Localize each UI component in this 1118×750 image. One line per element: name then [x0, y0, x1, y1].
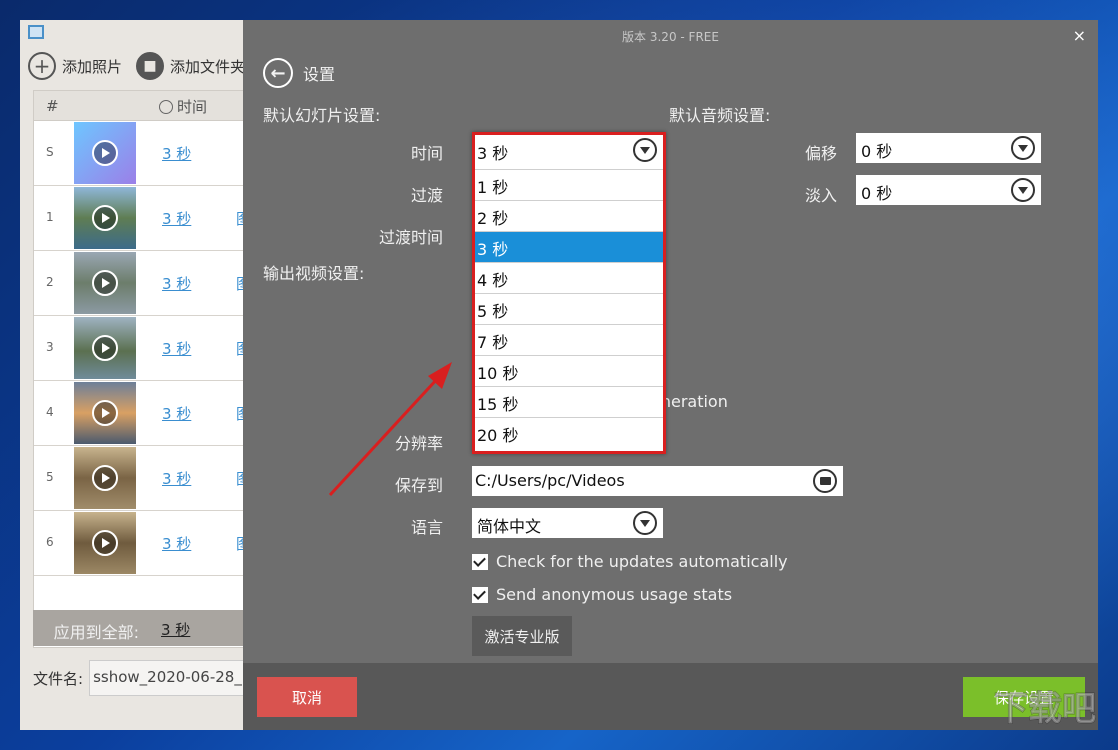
play-icon[interactable] — [92, 465, 118, 491]
close-icon[interactable]: × — [1073, 26, 1086, 45]
time-option[interactable]: 15 秒 — [475, 386, 663, 417]
language-label: 语言 — [410, 518, 443, 537]
svg-text:下载吧: 下载吧 — [994, 689, 1096, 729]
row-index: 4 — [46, 405, 54, 419]
photo-thumbnail[interactable] — [74, 187, 136, 249]
photo-thumbnail[interactable] — [74, 122, 136, 184]
time-option[interactable]: 3 秒 — [475, 231, 663, 262]
play-icon[interactable] — [92, 400, 118, 426]
photo-thumbnail[interactable] — [74, 382, 136, 444]
time-label: 时间 — [410, 144, 443, 163]
time-option[interactable]: 4 秒 — [475, 262, 663, 293]
back-arrow-icon[interactable]: ← — [263, 58, 293, 88]
add-folder-button[interactable]: ■ 添加文件夹 — [136, 52, 245, 80]
play-icon[interactable] — [92, 335, 118, 361]
column-number: # — [46, 97, 59, 115]
time-options-list: 1 秒2 秒3 秒4 秒5 秒7 秒 10 秒 15 秒 20 秒 — [475, 169, 663, 448]
photo-thumbnail[interactable] — [74, 317, 136, 379]
time-option[interactable]: 2 秒 — [475, 200, 663, 231]
time-select-value: 3 秒 — [477, 144, 509, 163]
row-index: S — [46, 145, 54, 159]
usage-stats-row[interactable]: Send anonymous usage stats — [472, 585, 732, 604]
slideshow-section-title: 默认幻灯片设置: — [263, 106, 381, 125]
row-duration[interactable]: 3 秒 — [162, 143, 191, 164]
offset-value: 0 秒 — [861, 142, 893, 161]
chevron-down-icon — [1011, 136, 1035, 160]
apply-all-label: 应用到全部: — [53, 623, 139, 642]
time-option[interactable]: 7 秒 — [475, 324, 663, 355]
time-option[interactable]: 1 秒 — [475, 169, 663, 200]
apply-all-duration[interactable]: 3 秒 — [161, 619, 190, 640]
fadein-value: 0 秒 — [861, 184, 893, 203]
version-title: 版本 3.20 - FREE — [622, 30, 719, 44]
check-updates-checkbox[interactable] — [472, 553, 488, 570]
usage-stats-label: Send anonymous usage stats — [496, 585, 733, 604]
play-icon[interactable] — [92, 270, 118, 296]
fadein-label: 淡入 — [804, 186, 837, 205]
output-section-title: 输出视频设置: — [263, 264, 365, 283]
settings-header: ← 设置 — [263, 58, 335, 88]
play-icon[interactable] — [92, 530, 118, 556]
column-time[interactable]: 时间 — [159, 96, 207, 117]
photo-thumbnail[interactable] — [74, 447, 136, 509]
fadein-select[interactable]: 0 秒 — [856, 175, 1041, 205]
time-select[interactable]: 3 秒 — [475, 135, 663, 169]
save-to-label: 保存到 — [394, 476, 443, 495]
language-value: 简体中文 — [477, 517, 542, 536]
row-index: 6 — [46, 535, 54, 549]
time-option[interactable]: 10 秒 — [475, 355, 663, 386]
activate-pro-button[interactable]: 激活专业版 — [472, 616, 572, 656]
row-index: 2 — [46, 275, 54, 289]
row-duration[interactable]: 3 秒 — [162, 533, 191, 554]
row-duration[interactable]: 3 秒 — [162, 273, 191, 294]
settings-panel: 版本 3.20 - FREE × ← 设置 默认幻灯片设置: 默认音频设置: 时… — [243, 20, 1098, 730]
offset-select[interactable]: 0 秒 — [856, 133, 1041, 163]
row-index: 5 — [46, 470, 54, 484]
play-icon[interactable] — [92, 140, 118, 166]
row-duration[interactable]: 3 秒 — [162, 208, 191, 229]
save-path-input[interactable]: C:/Users/pc/Videos — [472, 466, 843, 496]
chevron-down-icon — [633, 511, 657, 535]
offset-label: 偏移 — [804, 144, 837, 163]
row-duration[interactable]: 3 秒 — [162, 403, 191, 424]
row-index: 3 — [46, 340, 54, 354]
row-duration[interactable]: 3 秒 — [162, 338, 191, 359]
row-duration[interactable]: 3 秒 — [162, 468, 191, 489]
time-dropdown[interactable]: 3 秒 1 秒2 秒3 秒4 秒5 秒7 秒 10 秒 15 秒 20 秒 — [472, 132, 666, 454]
filename-label: 文件名: — [33, 669, 84, 688]
column-time-label: 时间 — [177, 98, 208, 116]
folder-icon: ■ — [136, 52, 164, 80]
audio-section-title: 默认音频设置: — [669, 106, 771, 125]
add-folder-label: 添加文件夹 — [170, 57, 246, 76]
transition-time-label: 过渡时间 — [378, 228, 443, 247]
usage-stats-checkbox[interactable] — [472, 586, 488, 603]
save-path-value: C:/Users/pc/Videos — [475, 471, 625, 490]
settings-title: 设置 — [303, 65, 336, 84]
settings-footer: 取消 保存设置 — [243, 663, 1098, 730]
check-updates-row[interactable]: Check for the updates automatically — [472, 552, 788, 571]
resolution-label: 分辨率 — [394, 434, 443, 453]
time-option[interactable]: 5 秒 — [475, 293, 663, 324]
add-photo-label: 添加照片 — [62, 57, 123, 76]
folder-icon[interactable] — [813, 469, 837, 493]
row-index: 1 — [46, 210, 54, 224]
filename-row: 文件名: sshow_2020-06-28_1 — [33, 660, 270, 696]
language-select[interactable]: 简体中文 — [472, 508, 663, 538]
chevron-down-icon — [1011, 178, 1035, 202]
time-option[interactable]: 20 秒 — [475, 417, 663, 448]
photo-thumbnail[interactable] — [74, 512, 136, 574]
chevron-down-icon — [633, 138, 657, 162]
plus-icon: + — [28, 52, 56, 80]
cancel-button[interactable]: 取消 — [257, 677, 357, 717]
add-photo-button[interactable]: + 添加照片 — [28, 52, 122, 80]
check-updates-label: Check for the updates automatically — [496, 552, 788, 571]
watermark-logo: 下载吧 — [994, 689, 1097, 730]
photo-thumbnail[interactable] — [74, 252, 136, 314]
play-icon[interactable] — [92, 205, 118, 231]
transition-label: 过渡 — [410, 186, 443, 205]
app-icon — [28, 25, 44, 39]
clock-icon — [159, 99, 173, 114]
